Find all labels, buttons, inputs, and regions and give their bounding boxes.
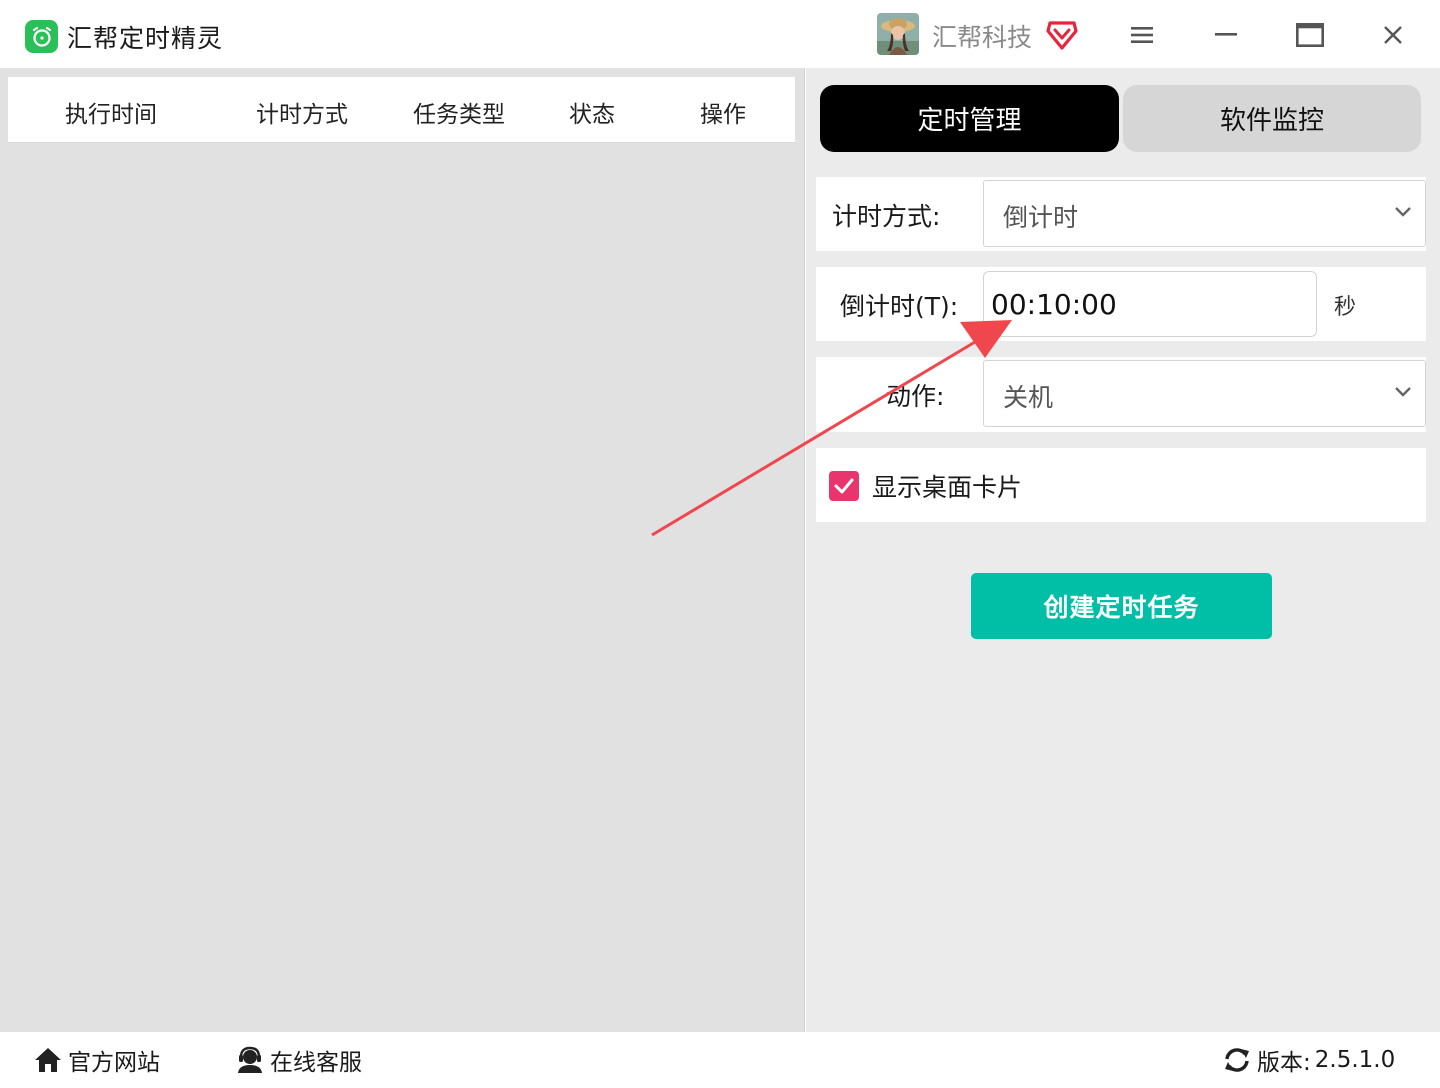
task-table-header: 执行时间 计时方式 任务类型 状态 操作 [8, 77, 795, 143]
minimize-icon[interactable] [1206, 14, 1246, 56]
countdown-unit: 秒 [1334, 295, 1357, 320]
tab-software-monitor[interactable]: 软件监控 [1123, 85, 1421, 152]
menu-icon[interactable] [1122, 14, 1162, 56]
chevron-down-icon [1395, 387, 1411, 397]
countdown-label: 倒计时(T): [840, 292, 959, 321]
action-row: 动作: 关机 [816, 357, 1426, 432]
desktop-card-row: 显示桌面卡片 [816, 448, 1426, 522]
timing-mode-value: 倒计时 [1003, 203, 1079, 232]
app-window: 汇帮定时精灵 汇帮科技 执行时间 计时方式 任务类型 状态 操作 定时管理 软件… [0, 0, 1440, 1088]
show-desktop-card-label[interactable]: 显示桌面卡片 [872, 468, 1022, 504]
action-label: 动作: [886, 382, 945, 411]
title-bar: 汇帮定时精灵 汇帮科技 [0, 0, 1440, 68]
home-icon [35, 1048, 61, 1072]
tab-schedule-management[interactable]: 定时管理 [820, 85, 1119, 152]
column-header-task-type[interactable]: 任务类型 [413, 95, 505, 129]
close-icon[interactable] [1373, 14, 1413, 56]
timing-mode-select[interactable]: 倒计时 [983, 180, 1426, 247]
version-value: 2.5.1.0 [1314, 1047, 1396, 1073]
action-select[interactable]: 关机 [983, 360, 1426, 427]
online-service-label: 在线客服 [270, 1050, 362, 1076]
version-info[interactable]: 版本: 2.5.1.0 [1222, 1043, 1399, 1077]
countdown-time-input[interactable] [983, 271, 1317, 337]
vip-diamond-icon[interactable] [1046, 20, 1078, 50]
column-header-exec-time[interactable]: 执行时间 [65, 95, 157, 129]
create-task-button[interactable]: 创建定时任务 [971, 573, 1272, 639]
official-website-link[interactable]: 官方网站 [33, 1043, 160, 1077]
task-list-panel: 执行时间 计时方式 任务类型 状态 操作 [0, 68, 805, 1032]
customer-service-icon [238, 1046, 262, 1073]
app-title: 汇帮定时精灵 [67, 24, 224, 53]
company-name[interactable]: 汇帮科技 [932, 18, 1032, 54]
online-service-link[interactable]: 在线客服 [235, 1043, 362, 1077]
version-label: 版本: [1257, 1050, 1311, 1076]
alarm-clock-icon [25, 20, 58, 53]
settings-panel: 定时管理 软件监控 计时方式: 倒计时 倒计时(T): 秒 动作: 关机 [806, 68, 1440, 1032]
checkmark-icon [834, 478, 854, 494]
column-header-status[interactable]: 状态 [569, 95, 615, 129]
action-value: 关机 [1003, 383, 1054, 412]
countdown-row: 倒计时(T): 秒 [816, 267, 1426, 341]
show-desktop-card-checkbox[interactable] [829, 471, 859, 501]
column-header-actions[interactable]: 操作 [700, 95, 746, 129]
timing-mode-label: 计时方式: [832, 202, 941, 231]
status-bar: 官方网站 在线客服 版本: 2.5.1.0 [0, 1032, 1440, 1088]
user-avatar[interactable] [877, 13, 919, 55]
official-website-label: 官方网站 [68, 1050, 160, 1076]
maximize-icon[interactable] [1290, 14, 1330, 56]
timing-mode-row: 计时方式: 倒计时 [816, 177, 1426, 251]
column-header-timing-mode[interactable]: 计时方式 [256, 95, 348, 129]
chevron-down-icon [1395, 207, 1411, 217]
refresh-icon [1225, 1048, 1249, 1072]
